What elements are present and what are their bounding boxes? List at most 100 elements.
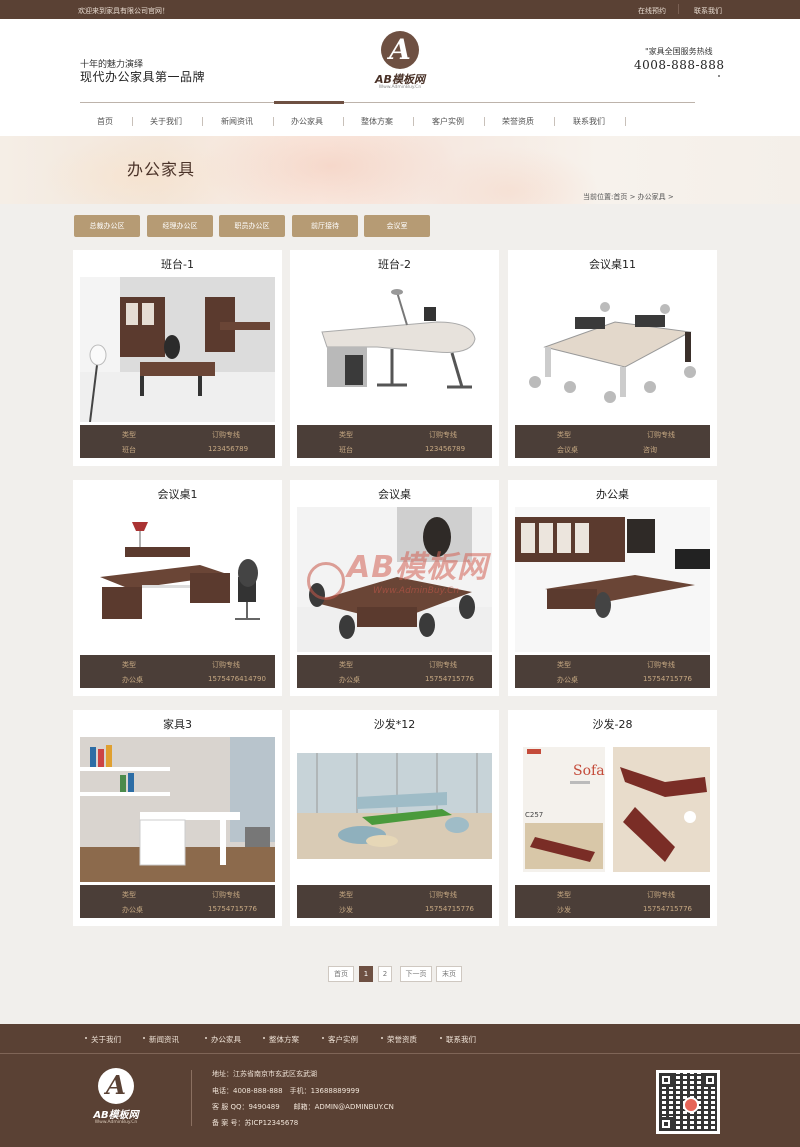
footer-logo[interactable]: A AB模板网 Www.AdminBuy.Cn xyxy=(86,1068,146,1130)
footer-link-contact[interactable]: 联系我们 xyxy=(446,1034,476,1045)
product-image[interactable] xyxy=(80,737,275,882)
product-card[interactable]: 会议桌 类型 订购专线 办公桌 15754715776 xyxy=(290,480,499,696)
footer-phone: 电话：4008-888-888 手机：13688889999 xyxy=(212,1087,360,1095)
product-image[interactable] xyxy=(515,507,710,652)
nav-divider xyxy=(273,117,274,126)
nav-item-cases[interactable]: 客户实例 xyxy=(432,116,464,127)
footer-link-honors[interactable]: 荣誉资质 xyxy=(387,1034,417,1045)
filter-meeting-room[interactable]: 会议室 xyxy=(364,215,430,237)
site-footer: A AB模板网 Www.AdminBuy.Cn 地址：江苏省南京市玄武区玄武湖 … xyxy=(0,1054,800,1147)
footer-logo-a-icon: A xyxy=(98,1068,134,1104)
footer-qq-email: 客 服 QQ：9490489 邮箱：ADMIN@ADMINBUY.CN xyxy=(212,1103,394,1111)
site-header: 十年的魅力演绎 现代办公家具第一品牌 A AB模板网 Www.AdminBuy.… xyxy=(0,19,800,136)
product-title[interactable]: 沙发-28 xyxy=(508,716,717,732)
nav-item-furniture[interactable]: 办公家具 xyxy=(291,116,323,127)
product-image[interactable] xyxy=(297,507,492,652)
filter-staff-office[interactable]: 职员办公区 xyxy=(219,215,285,237)
nav-item-solutions[interactable]: 整体方案 xyxy=(361,116,393,127)
pagination-page-1[interactable]: 1 xyxy=(359,966,373,982)
product-image[interactable] xyxy=(80,507,275,652)
footer-nav-bullet xyxy=(381,1037,383,1039)
product-card[interactable]: 家具3 类型 订购专线 办公桌 15754715776 xyxy=(73,710,282,926)
product-info-bar: 类型 订购专线 办公桌 15754715776 xyxy=(80,885,275,918)
footer-vertical-divider xyxy=(191,1070,192,1126)
logo-url-text: Www.AdminBuy.Cn xyxy=(378,85,422,90)
footer-logo-brand: AB模板网 xyxy=(93,1110,139,1121)
footer-link-solutions[interactable]: 整体方案 xyxy=(269,1034,299,1045)
nav-divider xyxy=(202,117,203,126)
pagination-first[interactable]: 首页 xyxy=(328,966,354,982)
product-card[interactable]: 沙发-28 Sofa C257 类型 订购专线 沙发 15754715776 xyxy=(508,710,717,926)
nav-item-news[interactable]: 新闻资讯 xyxy=(221,116,253,127)
footer-logo-url: Www.AdminBuy.Cn xyxy=(94,1120,138,1125)
nav-item-home[interactable]: 首页 xyxy=(97,116,113,127)
product-card[interactable]: 班台-1 类型 订购专线 班台 123456789 xyxy=(73,250,282,466)
product-info-bar: 类型 订购专线 办公桌 15754715776 xyxy=(297,655,492,688)
nav-divider xyxy=(484,117,485,126)
nav-divider xyxy=(343,117,344,126)
footer-link-about[interactable]: 关于我们 xyxy=(91,1034,121,1045)
pagination-last[interactable]: 末页 xyxy=(436,966,462,982)
product-info-bar: 类型 订购专线 办公桌 15754764147​90 xyxy=(80,655,275,688)
footer-nav-bullet xyxy=(263,1037,265,1039)
nav-active-indicator xyxy=(274,101,344,104)
nav-divider xyxy=(132,117,133,126)
pagination-next[interactable]: 下一页 xyxy=(400,966,432,982)
product-title[interactable]: 办公桌 xyxy=(508,486,717,502)
nav-item-about[interactable]: 关于我们 xyxy=(150,116,182,127)
product-title[interactable]: 会议桌1 xyxy=(73,486,282,502)
nav-item-honors[interactable]: 荣誉资质 xyxy=(502,116,534,127)
product-info-bar: 类型 订购专线 沙发 15754715776 xyxy=(297,885,492,918)
product-image[interactable] xyxy=(515,277,710,422)
product-title[interactable]: 班台-1 xyxy=(73,256,282,272)
product-title[interactable]: 家具3 xyxy=(73,716,282,732)
slogan-large: 现代办公家具第一品牌 xyxy=(80,70,206,84)
logo-a-icon: A xyxy=(381,31,419,69)
footer-link-news[interactable]: 新闻资讯 xyxy=(149,1034,179,1045)
nav-divider xyxy=(554,117,555,126)
pagination-page-2[interactable]: 2 xyxy=(378,966,392,982)
footer-nav-bullet xyxy=(440,1037,442,1039)
product-card[interactable]: 办公桌 类型 订购专线 办公桌 15754715776 xyxy=(508,480,717,696)
product-card[interactable]: 会议桌11 类型 订购专线 会议桌 咨询 xyxy=(508,250,717,466)
product-card[interactable]: 会议桌1 类型 订购专线 办公桌 15754764147​90 xyxy=(73,480,282,696)
product-image[interactable] xyxy=(80,277,275,422)
footer-address: 地址：江苏省南京市玄武区玄武湖 xyxy=(212,1070,317,1078)
product-image[interactable] xyxy=(297,277,492,422)
top-bar: 欢迎来到家具有限公司官网！ 在线预约 联系我们 xyxy=(0,0,800,19)
product-title[interactable]: 会议桌11 xyxy=(508,256,717,272)
nav-divider xyxy=(625,117,626,126)
product-title[interactable]: 沙发*12 xyxy=(290,716,499,732)
product-title[interactable]: 会议桌 xyxy=(290,486,499,502)
footer-nav-bullet xyxy=(143,1037,145,1039)
hotline-label: "家具全国服务热线 xyxy=(645,47,713,56)
product-image[interactable]: Sofa C257 xyxy=(515,737,710,882)
filter-manager-office[interactable]: 经理办公区 xyxy=(147,215,213,237)
product-title[interactable]: 班台-2 xyxy=(290,256,499,272)
filter-ceo-office[interactable]: 总裁办公区 xyxy=(74,215,140,237)
hotline-dot xyxy=(718,75,720,77)
breadcrumb[interactable]: 当前位置:首页 > 办公家具 > xyxy=(583,192,674,202)
product-info-bar: 类型 订购专线 沙发 15754715776 xyxy=(515,885,710,918)
product-info-bar: 类型 订购专线 班台 123456789 xyxy=(297,425,492,458)
product-card[interactable]: 沙发*12 类型 订购专线 沙发 15754715776 xyxy=(290,710,499,926)
page-title: 办公家具 xyxy=(127,160,196,179)
footer-link-furniture[interactable]: 办公家具 xyxy=(211,1034,241,1045)
contact-us-link[interactable]: 联系我们 xyxy=(694,6,722,16)
product-info-bar: 类型 订购专线 会议桌 咨询 xyxy=(515,425,710,458)
footer-link-cases[interactable]: 客户实例 xyxy=(328,1034,358,1045)
product-info-bar: 类型 订购专线 班台 123456789 xyxy=(80,425,275,458)
topbar-divider xyxy=(678,4,679,14)
footer-nav-bullet xyxy=(322,1037,324,1039)
product-image[interactable] xyxy=(297,737,492,882)
product-card[interactable]: 班台-2 类型 订购专线 班台 123456789 xyxy=(290,250,499,466)
site-logo[interactable]: A AB模板网 Www.AdminBuy.Cn xyxy=(368,31,432,95)
qr-code-icon xyxy=(656,1070,720,1134)
hotline-phone: 4008-888-888 xyxy=(634,58,725,72)
nav-item-contact[interactable]: 联系我们 xyxy=(573,116,605,127)
online-booking-link[interactable]: 在线预约 xyxy=(638,6,666,16)
welcome-text: 欢迎来到家具有限公司官网！ xyxy=(78,7,169,15)
filter-reception[interactable]: 前厅接待 xyxy=(292,215,358,237)
product-info-bar: 类型 订购专线 办公桌 15754715776 xyxy=(515,655,710,688)
nav-divider xyxy=(413,117,414,126)
